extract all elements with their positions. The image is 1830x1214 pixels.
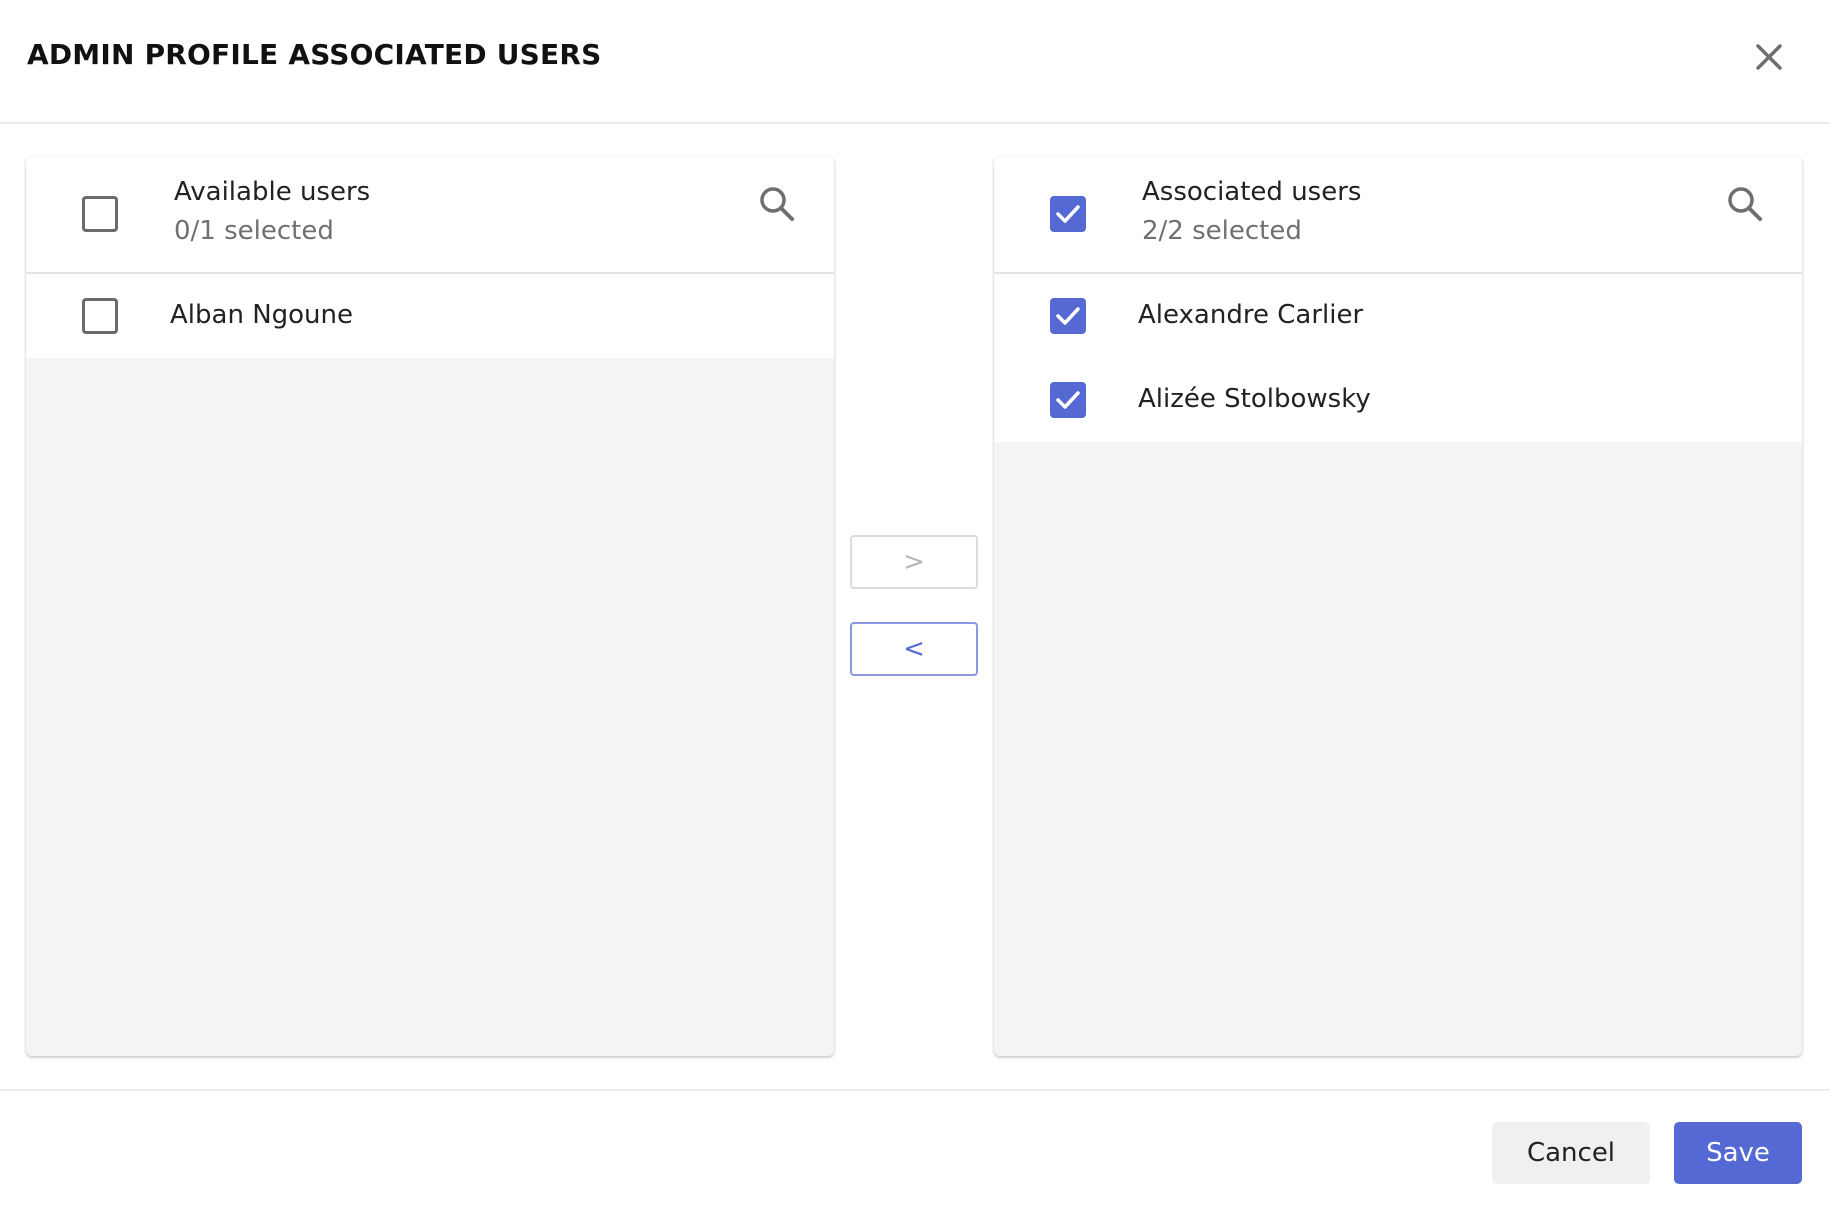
dialog-title: ADMIN PROFILE ASSOCIATED USERS: [27, 38, 602, 71]
available-users-header: Available users 0/1 selected: [26, 157, 834, 274]
user-name: Alizée Stolbowsky: [1138, 384, 1371, 414]
close-icon: [1756, 44, 1782, 70]
available-search-button[interactable]: [756, 183, 798, 225]
available-selected-count: 0/1 selected: [174, 216, 334, 246]
user-name: Alban Ngoune: [170, 300, 354, 330]
list-item[interactable]: Alexandre Carlier: [994, 274, 1802, 358]
associated-users-dialog: ADMIN PROFILE ASSOCIATED USERS Available…: [0, 0, 1830, 1214]
cancel-button[interactable]: Cancel: [1492, 1122, 1650, 1184]
save-button[interactable]: Save: [1674, 1122, 1802, 1184]
user-checkbox[interactable]: [1050, 298, 1086, 334]
search-icon: [760, 187, 794, 221]
available-users-panel: Available users 0/1 selected Alban Ngoun…: [26, 157, 834, 1056]
available-users-list: Alban Ngoune: [26, 274, 834, 358]
select-all-associated-checkbox[interactable]: [1050, 196, 1086, 232]
associated-users-panel: Associated users 2/2 selected Alexandre …: [994, 157, 1802, 1056]
dialog-header: ADMIN PROFILE ASSOCIATED USERS: [0, 0, 1830, 124]
close-button[interactable]: [1750, 38, 1788, 76]
chevron-right-icon: >: [903, 547, 925, 577]
checkmark-icon: [1056, 391, 1080, 409]
list-item[interactable]: Alizée Stolbowsky: [994, 358, 1802, 442]
checkmark-icon: [1056, 205, 1080, 223]
chevron-left-icon: <: [903, 634, 925, 664]
move-to-associated-button[interactable]: >: [850, 535, 978, 589]
move-to-available-button[interactable]: <: [850, 622, 978, 676]
available-users-title: Available users: [174, 177, 371, 207]
list-item[interactable]: Alban Ngoune: [26, 274, 834, 358]
user-checkbox[interactable]: [82, 298, 118, 334]
search-icon: [1728, 187, 1762, 221]
dialog-footer-divider: [0, 1089, 1830, 1091]
checkmark-icon: [1056, 307, 1080, 325]
user-name: Alexandre Carlier: [1138, 300, 1364, 330]
associated-users-header: Associated users 2/2 selected: [994, 157, 1802, 274]
associated-users-title: Associated users: [1142, 177, 1362, 207]
associated-users-list: Alexandre Carlier Alizée Stolbowsky: [994, 274, 1802, 442]
associated-selected-count: 2/2 selected: [1142, 216, 1302, 246]
select-all-available-checkbox[interactable]: [82, 196, 118, 232]
user-checkbox[interactable]: [1050, 382, 1086, 418]
associated-search-button[interactable]: [1724, 183, 1766, 225]
